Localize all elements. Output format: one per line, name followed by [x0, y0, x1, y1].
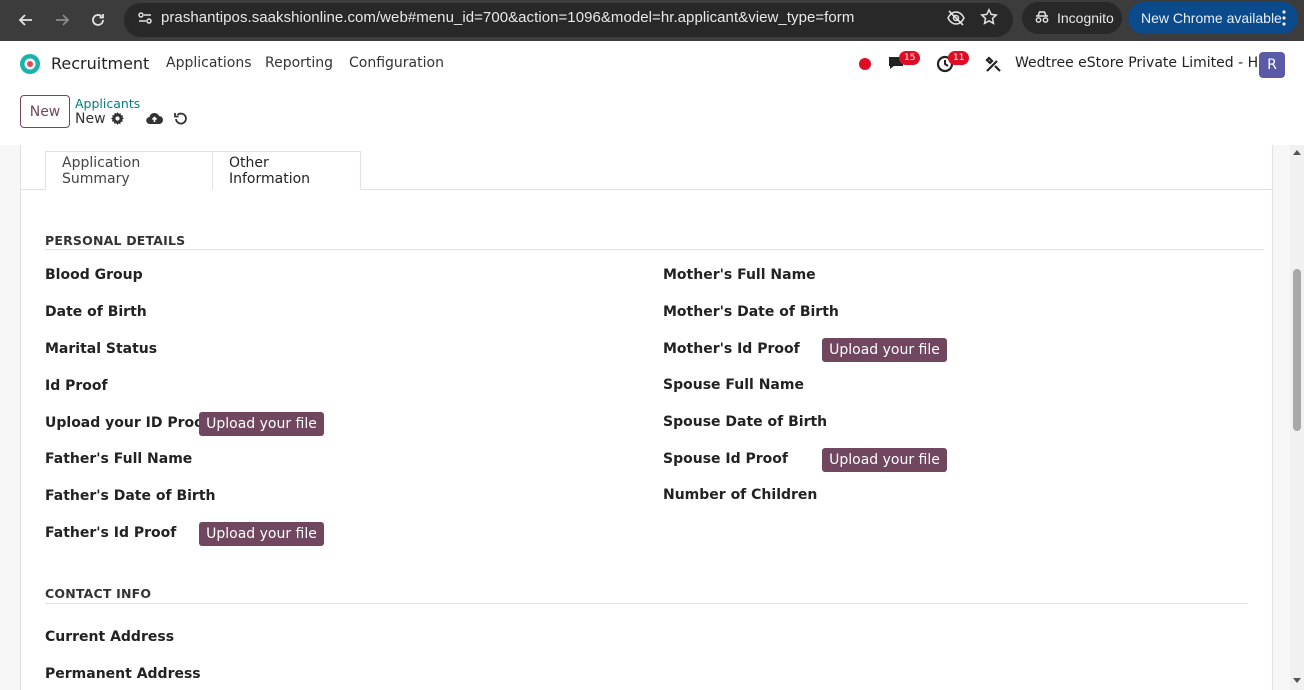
scrollbar-thumb[interactable] [1293, 269, 1301, 431]
label-spouse-dob: Spouse Date of Birth [663, 414, 828, 430]
breadcrumb-applicants[interactable]: Applicants [75, 96, 140, 111]
main-navbar: Recruitment Applications Reporting Confi… [0, 41, 1304, 87]
discard-icon[interactable] [174, 111, 188, 129]
more-options-icon[interactable] [1282, 10, 1286, 29]
label-blood-group: Blood Group [45, 267, 143, 283]
scroll-down-icon[interactable] [1293, 678, 1301, 683]
status-dot-icon[interactable] [859, 58, 871, 70]
activities-badge: 11 [948, 51, 970, 65]
section-contact-info: CONTACT INFO [45, 586, 152, 601]
section-personal-details: PERSONAL DETAILS [45, 233, 186, 248]
browser-toolbar: prashantipos.saakshionline.com/web#menu_… [0, 0, 1304, 41]
label-current-address: Current Address [45, 629, 175, 645]
label-father-dob: Father's Date of Birth [45, 488, 216, 504]
label-mother-id-proof: Mother's Id Proof [663, 341, 800, 357]
upload-father-id-proof-button[interactable]: Upload your file [199, 522, 324, 546]
app-name[interactable]: Recruitment [51, 54, 149, 73]
label-permanent-address: Permanent Address [45, 666, 201, 682]
breadcrumb-current: New [75, 111, 106, 127]
tab-application-summary[interactable]: Application Summary [45, 151, 212, 190]
messages-badge: 15 [899, 51, 921, 65]
gear-icon[interactable] [111, 112, 124, 129]
recruitment-app-icon[interactable] [19, 53, 41, 75]
upload-id-proof-button[interactable]: Upload your file [199, 412, 324, 436]
back-icon[interactable] [13, 7, 39, 33]
user-avatar[interactable]: R [1259, 52, 1285, 78]
section-divider [45, 249, 1264, 250]
forward-icon[interactable] [49, 7, 75, 33]
label-father-id-proof: Father's Id Proof [45, 525, 177, 541]
tab-other-information[interactable]: Other Information [212, 151, 361, 190]
company-switcher[interactable]: Wedtree eStore Private Limited - HO [1015, 55, 1269, 71]
menu-reporting[interactable]: Reporting [265, 55, 333, 71]
chrome-update-label: New Chrome available [1141, 10, 1282, 26]
label-number-of-children: Number of Children [663, 487, 818, 503]
site-info-icon[interactable] [136, 9, 154, 27]
label-mother-full-name: Mother's Full Name [663, 267, 816, 283]
label-upload-id-proof: Upload your ID Proof [45, 415, 210, 431]
scroll-up-icon[interactable] [1293, 150, 1301, 155]
label-id-proof: Id Proof [45, 378, 108, 394]
save-cloud-icon[interactable] [146, 111, 163, 129]
activities-button[interactable]: 11 [936, 51, 970, 77]
messages-button[interactable]: 15 [886, 51, 921, 77]
eye-off-icon[interactable] [946, 9, 966, 31]
incognito-indicator[interactable]: Incognito [1022, 2, 1122, 34]
menu-configuration[interactable]: Configuration [349, 55, 444, 71]
label-spouse-id-proof: Spouse Id Proof [663, 451, 788, 467]
bookmark-star-icon[interactable] [980, 8, 998, 30]
section-divider [45, 603, 1248, 604]
label-spouse-full-name: Spouse Full Name [663, 377, 804, 393]
incognito-icon [1034, 10, 1050, 27]
page-scrollbar[interactable] [1290, 145, 1304, 690]
reload-icon[interactable] [85, 7, 111, 33]
label-marital-status: Marital Status [45, 341, 158, 357]
chrome-update-button[interactable]: New Chrome available [1128, 2, 1298, 34]
tools-icon[interactable] [985, 56, 1002, 77]
incognito-label: Incognito [1057, 10, 1114, 26]
menu-applications[interactable]: Applications [166, 55, 252, 71]
label-date-of-birth: Date of Birth [45, 304, 147, 320]
url-text[interactable]: prashantipos.saakshionline.com/web#menu_… [161, 9, 854, 26]
label-father-full-name: Father's Full Name [45, 451, 193, 467]
upload-mother-id-proof-button[interactable]: Upload your file [822, 338, 947, 362]
label-mother-dob: Mother's Date of Birth [663, 304, 839, 320]
new-record-button[interactable]: New [20, 95, 70, 128]
upload-spouse-id-proof-button[interactable]: Upload your file [822, 448, 947, 472]
